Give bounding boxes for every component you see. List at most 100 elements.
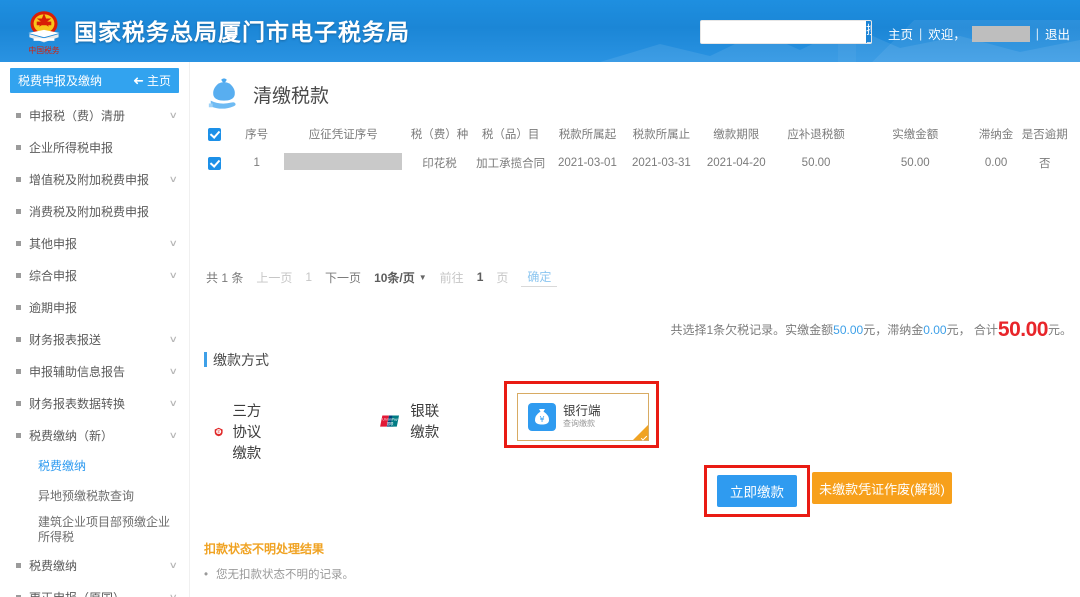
sidebar-item-label: 财务报表数据转换: [29, 395, 170, 412]
bullet-icon: [16, 209, 21, 214]
pager-goto-input[interactable]: 1: [477, 270, 484, 284]
th-late-fee: 滞纳金: [973, 126, 1020, 142]
doc-no-masked: [284, 153, 402, 170]
void-voucher-button[interactable]: 未缴款凭证作废(解锁): [812, 472, 952, 504]
sidebar-home-link[interactable]: ➜ 主页: [133, 72, 171, 89]
pager-goto-label: 前往: [440, 269, 464, 286]
sidebar-item-financial-data-conversion[interactable]: 财务报表数据转换 ∨: [0, 387, 189, 419]
header-search[interactable]: 搜索: [700, 20, 872, 44]
th-refund-amount: 应补退税额: [774, 126, 858, 142]
th-paid-amount: 实缴金额: [858, 126, 973, 142]
sidebar-item-label: 财务报表报送: [29, 331, 170, 348]
sidebar-item-tax-payment-new[interactable]: 税费缴纳（新） ∨: [0, 419, 189, 451]
bullet-icon: [16, 305, 21, 310]
bullet-icon: [16, 401, 21, 406]
tax-table: 序号 应征凭证序号 税（费）种 税（品）目 税款所属起 税款所属止 缴款期限 应…: [202, 120, 1070, 178]
sidebar-subitem-construction-project-prepay[interactable]: 建筑企业项目部预缴企业所得税: [0, 511, 189, 549]
payment-option-third-party[interactable]: 羊 三方协议缴款: [214, 400, 264, 463]
national-tax-emblem-icon: 中国税务: [18, 6, 70, 58]
svg-text:银联: 银联: [387, 421, 394, 426]
th-period-from: 税款所属起: [550, 126, 624, 142]
page-size-select[interactable]: 10条/页 ▼: [374, 269, 427, 286]
summary-late-fee: 0.00: [923, 323, 946, 337]
sidebar-home-label: 主页: [147, 72, 171, 89]
bullet-icon: [16, 369, 21, 374]
chevron-up-icon: ∨: [169, 430, 178, 441]
chevron-down-icon: ∨: [169, 366, 178, 377]
sidebar-item-tax-payment[interactable]: 税费缴纳 ∨: [0, 549, 189, 581]
pay-now-button[interactable]: 立即缴款: [717, 475, 797, 507]
payment-option-bank-terminal[interactable]: ¥ 银行端 查询缴款: [517, 393, 649, 441]
sidebar-item-label: 企业所得税申报: [29, 139, 177, 156]
chevron-down-icon: ∨: [169, 592, 178, 597]
sidebar-item-consumption-tax[interactable]: 消费税及附加税费申报: [0, 195, 189, 227]
bullet-icon: [16, 563, 21, 568]
sidebar-item-label: 申报税（费）清册: [29, 107, 170, 124]
sidebar-item-declaration-aux-info[interactable]: 申报辅助信息报告 ∨: [0, 355, 189, 387]
payment-option-label: 三方协议缴款: [232, 400, 263, 463]
bullet-icon: •: [204, 567, 208, 584]
back-arrow-icon: ➜: [133, 73, 144, 89]
search-button[interactable]: 搜索: [866, 21, 872, 43]
pager-page-number[interactable]: 1: [305, 270, 312, 284]
pager-next-button[interactable]: 下一页: [325, 269, 361, 286]
sidebar-item-financial-statements[interactable]: 财务报表报送 ∨: [0, 323, 189, 355]
th-doc-no: 应征凭证序号: [278, 126, 408, 142]
sidebar-subitem-remote-prepaid-query[interactable]: 异地预缴税款查询: [0, 481, 189, 511]
svg-text:UnionPay: UnionPay: [382, 417, 398, 421]
link-separator-1: |: [919, 27, 922, 41]
sidebar-item-vat-declaration[interactable]: 增值税及附加税费申报 ∨: [0, 163, 189, 195]
sidebar-item-label: 增值税及附加税费申报: [29, 171, 170, 188]
cell-period-to: 2021-03-31: [624, 157, 698, 169]
sidebar-item-other-declaration[interactable]: 其他申报 ∨: [0, 227, 189, 259]
sidebar-item-declaration-list[interactable]: 申报税（费）清册 ∨: [0, 99, 189, 131]
search-input[interactable]: [701, 21, 866, 43]
select-all-checkbox[interactable]: [208, 128, 221, 141]
page-size-value: 10条/页: [374, 269, 415, 286]
bullet-icon: [16, 177, 21, 182]
pager-page-unit: 页: [496, 269, 508, 286]
sidebar-header: 税费申报及缴纳 ➜ 主页: [10, 68, 179, 93]
chevron-down-icon: ∨: [169, 334, 178, 345]
cell-refund-amount: 50.00: [774, 157, 858, 169]
sidebar-item-corporate-income-tax[interactable]: 企业所得税申报: [0, 131, 189, 163]
page-body: 税费申报及缴纳 ➜ 主页 申报税（费）清册 ∨ 企业所得税申报 增值税及附加税费…: [0, 62, 1080, 597]
main-content: 清缴税款 序号 应征凭证序号 税（费）种 税（品）目 税款所属起 税款所属止 缴…: [190, 62, 1080, 597]
svg-text:¥: ¥: [539, 415, 544, 424]
home-link[interactable]: 主页: [888, 24, 913, 43]
sidebar-item-label: 其他申报: [29, 235, 170, 252]
deduction-note-text: 您无扣款状态不明的记录。: [216, 567, 354, 584]
summary-paid-amount: 50.00: [833, 323, 863, 337]
unionpay-icon: UnionPay 银联: [379, 409, 401, 433]
content-page-title: 清缴税款: [253, 81, 329, 108]
cell-tax-kind: 印花税: [408, 155, 470, 171]
table-row[interactable]: 1 印花税 加工承揽合同 2021-03-01 2021-03-31 2021-…: [202, 148, 1070, 178]
th-overdue: 是否逾期: [1019, 126, 1070, 142]
bullet-icon: [16, 337, 21, 342]
sidebar-item-correction-declaration[interactable]: 更正申报（原国） ∨: [0, 581, 189, 597]
select-all-cell[interactable]: [202, 128, 235, 141]
bullet-icon: [16, 273, 21, 278]
content-title-row: 清缴税款: [205, 76, 329, 112]
cell-doc-no: [278, 153, 408, 173]
row-select-cell[interactable]: [202, 157, 235, 170]
th-seq: 序号: [235, 126, 278, 142]
pager-total: 共 1 条: [206, 269, 243, 286]
table-header-row: 序号 应征凭证序号 税（费）种 税（品）目 税款所属起 税款所属止 缴款期限 应…: [202, 120, 1070, 148]
sidebar-item-label: 消费税及附加税费申报: [29, 203, 177, 220]
logout-link[interactable]: 退出: [1045, 24, 1070, 43]
pager-prev-button[interactable]: 上一页: [256, 269, 292, 286]
sidebar-item-comprehensive-declaration[interactable]: 综合申报 ∨: [0, 259, 189, 291]
sidebar-item-overdue-declaration[interactable]: 逾期申报: [0, 291, 189, 323]
chevron-down-icon: ∨: [169, 174, 178, 185]
chevron-down-icon: ▼: [419, 273, 427, 282]
chevron-down-icon: ∨: [169, 238, 178, 249]
sidebar-subitem-tax-payment[interactable]: 税费缴纳: [0, 451, 189, 481]
sidebar-item-label: 逾期申报: [29, 299, 177, 316]
payment-option-unionpay[interactable]: UnionPay 银联 银联缴款: [379, 400, 443, 442]
summary-total-amount: 50.00: [998, 318, 1048, 341]
money-bag-hand-icon: [205, 76, 243, 112]
bullet-icon: [16, 113, 21, 118]
pager-confirm-button[interactable]: 确定: [521, 267, 557, 287]
row-checkbox[interactable]: [208, 157, 221, 170]
